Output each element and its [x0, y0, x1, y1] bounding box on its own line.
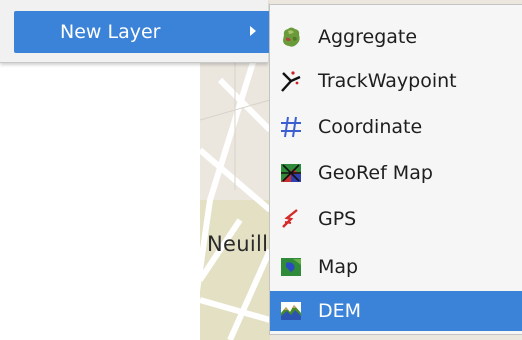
map-icon — [278, 254, 304, 280]
menu-item-new-layer[interactable]: New Layer — [14, 11, 270, 53]
submenu-item-label: DEM — [318, 300, 362, 322]
submenu-item-map[interactable]: Map — [270, 247, 522, 287]
context-menu: New Layer — [0, 0, 270, 63]
arrow-right-icon — [250, 26, 256, 36]
aggregate-icon — [278, 24, 304, 50]
submenu-item-georef-map[interactable]: GeoRef Map — [270, 153, 522, 193]
submenu-item-label: GPS — [318, 208, 357, 230]
gps-icon — [278, 206, 304, 232]
submenu-item-coordinate[interactable]: Coordinate — [270, 107, 522, 147]
submenu-item-gps[interactable]: GPS — [270, 199, 522, 239]
submenu-item-label: GeoRef Map — [318, 162, 433, 184]
track-waypoint-icon — [278, 68, 304, 94]
dem-icon — [278, 298, 304, 324]
submenu-item-aggregate[interactable]: Aggregate — [270, 17, 522, 57]
menu-item-label: New Layer — [60, 21, 161, 43]
submenu-item-trackwaypoint[interactable]: TrackWaypoint — [270, 61, 522, 101]
submenu-item-label: Aggregate — [318, 26, 418, 48]
coordinate-grid-icon — [278, 114, 304, 140]
submenu-item-label: Coordinate — [318, 116, 423, 138]
georef-map-icon — [278, 160, 304, 186]
map-place-label: Neuill — [207, 232, 269, 256]
submenu-item-label: TrackWaypoint — [318, 70, 457, 92]
submenu-item-label: Map — [318, 256, 359, 278]
new-layer-submenu: Aggregate TrackWaypoint Coordinate GeoRe… — [269, 4, 522, 335]
submenu-item-dem[interactable]: DEM — [270, 291, 522, 331]
